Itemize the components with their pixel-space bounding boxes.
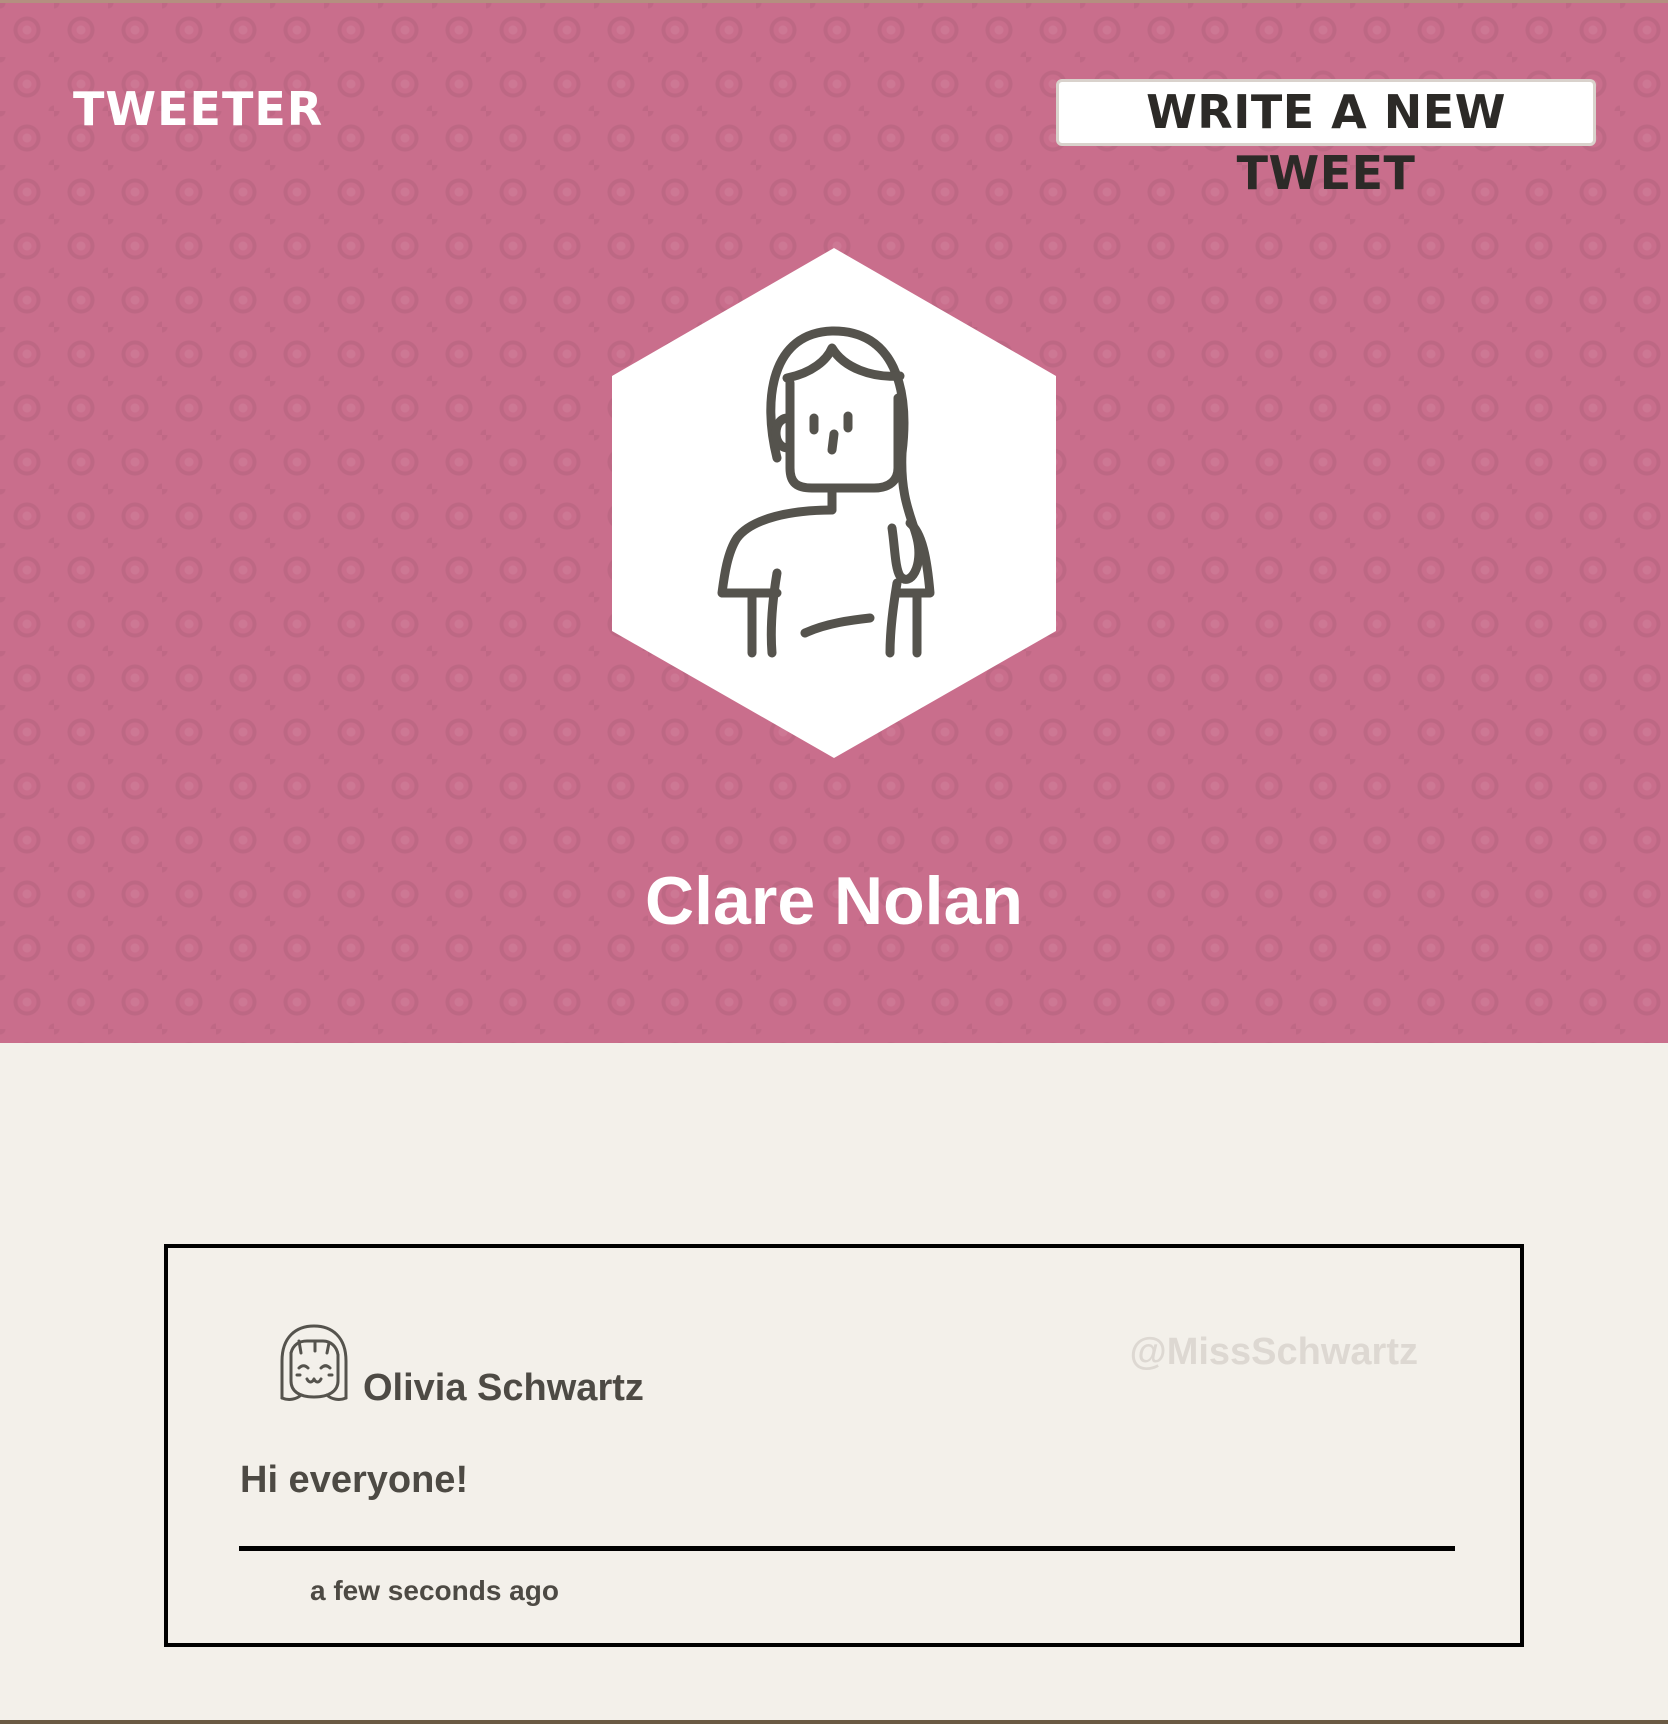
profile-header: TWEETER WRITE A NEW TWEET Clare Nolan: [0, 0, 1668, 1043]
smiling-girl-avatar-icon: [280, 1324, 348, 1401]
brand-logo[interactable]: TWEETER: [73, 83, 323, 135]
tweet-divider: [239, 1546, 1455, 1551]
tweet-card: Olivia Schwartz @MissSchwartz Hi everyon…: [164, 1244, 1524, 1647]
profile-name: Clare Nolan: [645, 863, 1023, 939]
tweet-text: Hi everyone!: [240, 1459, 469, 1501]
tweet-author-name[interactable]: Olivia Schwartz: [363, 1366, 644, 1410]
tweet-timestamp: a few seconds ago: [310, 1575, 559, 1606]
tweet-author-handle[interactable]: @MissSchwartz: [1130, 1330, 1418, 1374]
woman-avatar-icon: [612, 248, 1056, 758]
page-bottom-edge: [0, 1720, 1668, 1724]
write-new-tweet-button[interactable]: WRITE A NEW TWEET: [1056, 79, 1596, 200]
